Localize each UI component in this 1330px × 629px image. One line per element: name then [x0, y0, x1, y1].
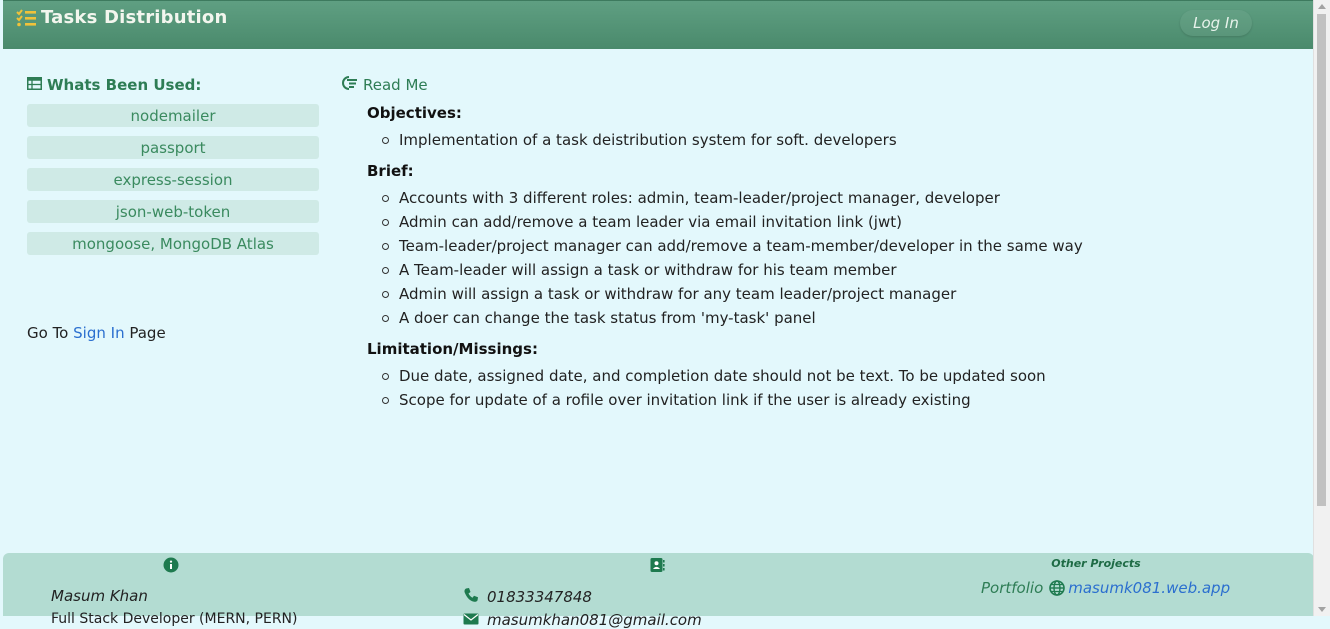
readme-icon: [342, 76, 358, 94]
footer-phone: 01833347848: [463, 587, 783, 607]
envelope-icon: [463, 611, 479, 629]
footer-other-projects: Other Projects Portfolio masumk081.web.a…: [981, 557, 1281, 597]
top-navbar: Tasks Distribution Log In: [3, 0, 1314, 49]
goto-signin-text: Go To Sign In Page: [27, 324, 166, 342]
portfolio-link[interactable]: masumk081.web.app: [1068, 579, 1230, 597]
readme-panel: Read Me Objectives: Implementation of a …: [342, 76, 1242, 420]
footer: Masum Khan Full Stack Developer (MERN, P…: [3, 553, 1314, 629]
readme-heading: Read Me: [342, 76, 1242, 94]
goto-suffix: Page: [129, 324, 166, 342]
list-item: Team-leader/project manager can add/remo…: [382, 234, 1242, 258]
brief-heading: Brief:: [367, 162, 414, 180]
brief-list: Accounts with 3 different roles: admin, …: [342, 186, 1242, 330]
info-circle-icon: [163, 557, 179, 577]
tools-list: nodemailer passport express-session json…: [27, 104, 319, 255]
portfolio-row: Portfolio masumk081.web.app: [981, 579, 1281, 597]
signin-link[interactable]: Sign In: [73, 324, 124, 342]
portfolio-label: Portfolio: [981, 579, 1044, 597]
list-item: Admin will assign a task or withdraw for…: [382, 282, 1242, 306]
scrollbar-thumb[interactable]: [1317, 14, 1326, 506]
tool-item: passport: [27, 136, 319, 159]
vertical-scrollbar[interactable]: [1313, 0, 1330, 616]
list-item: Admin can add/remove a team leader via e…: [382, 210, 1242, 234]
list-item: A Team-leader will assign a task or with…: [382, 258, 1242, 282]
tool-item: express-session: [27, 168, 319, 191]
goto-prefix: Go To: [27, 324, 69, 342]
scroll-down-arrow-icon[interactable]: [1318, 607, 1326, 612]
list-item: Scope for update of a rofile over invita…: [382, 388, 1242, 412]
tool-item: mongoose, MongoDB Atlas: [27, 232, 319, 255]
page: Tasks Distribution Log In Whats Been Use…: [3, 0, 1314, 629]
objectives-heading: Objectives:: [367, 104, 462, 122]
table-icon: [27, 76, 42, 94]
tools-heading-label: Whats Been Used:: [47, 76, 202, 94]
list-item: Due date, assigned date, and completion …: [382, 364, 1242, 388]
checklist-icon: [16, 8, 36, 27]
readme-heading-label: Read Me: [363, 76, 428, 94]
list-item: A doer can change the task status from '…: [382, 306, 1242, 330]
tool-item: json-web-token: [27, 200, 319, 223]
phone-icon: [463, 587, 479, 607]
app-title: Tasks Distribution: [41, 7, 228, 28]
scroll-up-arrow-icon[interactable]: [1318, 4, 1326, 9]
globe-icon: [1049, 580, 1066, 596]
tools-panel: Whats Been Used: nodemailer passport exp…: [27, 76, 319, 264]
limitations-heading: Limitation/Missings:: [367, 340, 538, 358]
other-projects-title: Other Projects: [1051, 557, 1141, 570]
footer-about: Masum Khan Full Stack Developer (MERN, P…: [51, 557, 351, 627]
tool-item: nodemailer: [27, 104, 319, 127]
list-item: Implementation of a task deistribution s…: [382, 128, 1242, 152]
address-book-icon: [649, 557, 665, 577]
login-button[interactable]: Log In: [1180, 10, 1252, 36]
footer-name: Masum Khan: [51, 587, 148, 605]
objectives-list: Implementation of a task deistribution s…: [342, 128, 1242, 152]
list-item: Accounts with 3 different roles: admin, …: [382, 186, 1242, 210]
tools-heading: Whats Been Used:: [27, 76, 319, 94]
footer-subtitle: Full Stack Developer (MERN, PERN): [51, 611, 298, 627]
phone-number: 01833347848: [487, 588, 592, 606]
limitations-list: Due date, assigned date, and completion …: [342, 364, 1242, 412]
brand[interactable]: Tasks Distribution: [16, 7, 228, 28]
email-address[interactable]: masumkhan081@gmail.com: [487, 611, 702, 629]
footer-email: masumkhan081@gmail.com: [463, 611, 783, 629]
footer-contact: 01833347848 masumkhan081@gmail.com: [463, 557, 783, 629]
